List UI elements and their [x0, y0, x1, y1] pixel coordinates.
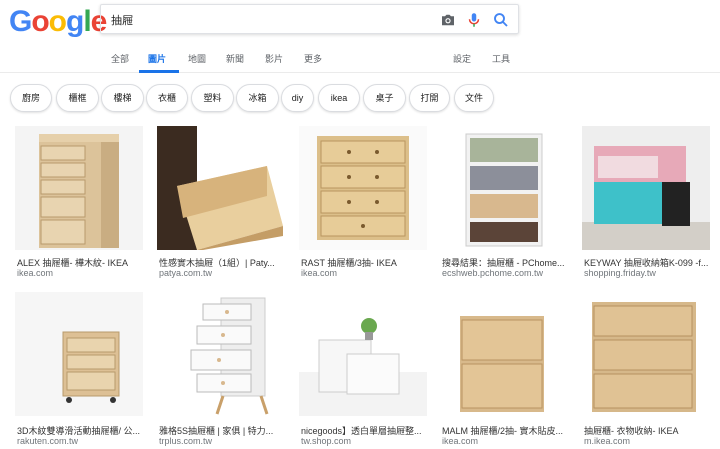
logo-letter: G [9, 5, 32, 38]
chip[interactable]: 打開 [409, 84, 450, 112]
result-site: patya.com.tw [159, 268, 213, 278]
chip[interactable]: 塑料 [191, 84, 234, 112]
result-site: ikea.com [442, 436, 479, 446]
logo-letter: o [48, 5, 67, 38]
result-image[interactable] [15, 292, 143, 416]
search-tabs: 全部 圖片 地圖 新聞 影片 更多 設定 工具 [0, 44, 720, 73]
result-image[interactable] [440, 126, 568, 250]
search-input[interactable]: 抽屜 [111, 12, 133, 28]
active-tab-indicator [139, 70, 179, 73]
chip[interactable]: 櫃框 [56, 84, 99, 112]
result-image[interactable] [582, 126, 710, 250]
result-site: ikea.com [17, 268, 54, 278]
chip[interactable]: 衣櫃 [146, 84, 188, 112]
tab-videos[interactable]: 影片 [265, 52, 283, 65]
tab-all[interactable]: 全部 [111, 52, 129, 65]
chip[interactable]: ikea [318, 84, 360, 112]
result-image[interactable] [157, 126, 285, 250]
logo-letter: l [83, 5, 91, 38]
result-site: m.ikea.com [584, 436, 631, 446]
related-searches: 廚房 櫃框 樓梯 衣櫃 塑料 冰箱 diy ikea 桌子 打開 文件 [0, 84, 720, 114]
tab-images[interactable]: 圖片 [148, 52, 166, 65]
search-box[interactable]: 抽屜 [100, 4, 519, 34]
result-image[interactable] [299, 292, 427, 416]
result-site: trplus.com.tw [159, 436, 213, 446]
result-image[interactable] [157, 292, 285, 416]
google-logo[interactable]: Google [9, 5, 107, 39]
chip[interactable]: 廚房 [10, 84, 52, 112]
tab-news[interactable]: 新聞 [226, 52, 244, 65]
chip[interactable]: 樓梯 [101, 84, 144, 112]
result-image[interactable] [582, 292, 710, 416]
microphone-icon[interactable] [465, 11, 483, 29]
tab-settings[interactable]: 設定 [453, 52, 471, 65]
logo-letter: g [66, 5, 84, 38]
logo-letter: o [31, 5, 49, 38]
tab-more[interactable]: 更多 [304, 52, 322, 65]
tab-tools[interactable]: 工具 [492, 52, 510, 65]
chip[interactable]: 冰箱 [236, 84, 279, 112]
chip[interactable]: 文件 [454, 84, 494, 112]
result-image[interactable] [15, 126, 143, 250]
result-site: ecshweb.pchome.com.tw [442, 268, 544, 278]
top-bar: Google 抽屜 全部 圖片 地圖 新聞 影片 更多 設定 工具 [0, 0, 720, 73]
search-icon[interactable] [492, 11, 510, 29]
chip[interactable]: 桌子 [363, 84, 406, 112]
result-site: rakuten.com.tw [17, 436, 79, 446]
result-image[interactable] [299, 126, 427, 250]
tab-maps[interactable]: 地圖 [188, 52, 206, 65]
result-site: ikea.com [301, 268, 338, 278]
result-site: shopping.friday.tw [584, 268, 656, 278]
result-site: tw.shop.com [301, 436, 352, 446]
camera-icon[interactable] [439, 11, 457, 29]
result-image[interactable] [440, 292, 568, 416]
chip[interactable]: diy [281, 84, 314, 112]
